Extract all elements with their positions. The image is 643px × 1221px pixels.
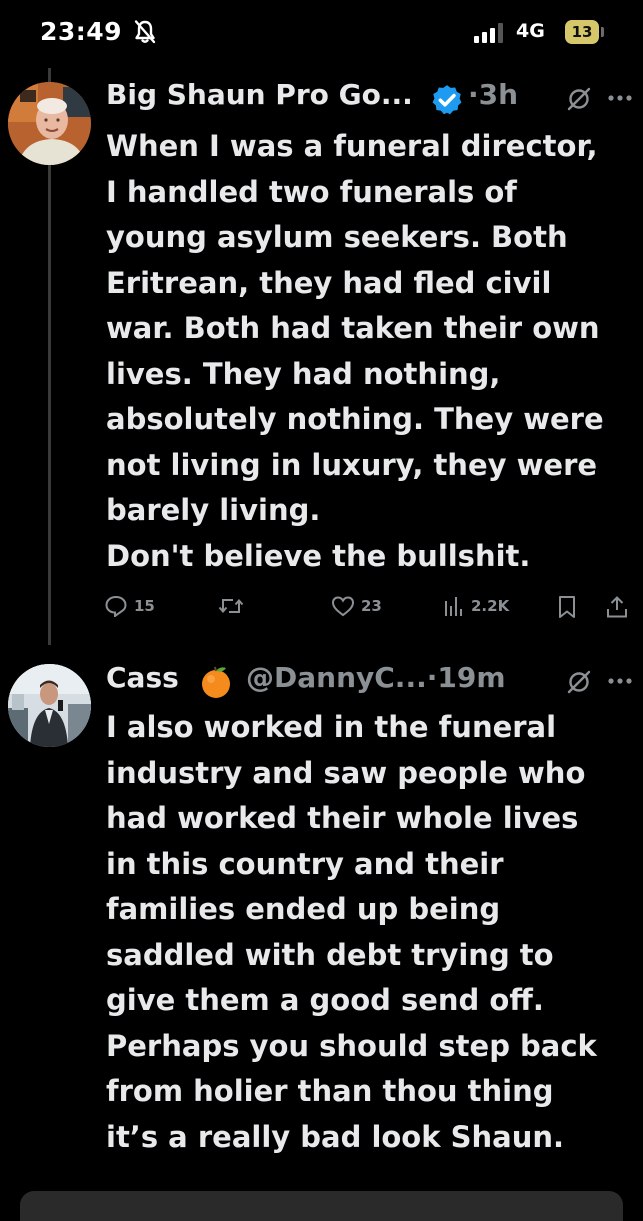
view-count: 2.2K xyxy=(471,597,510,615)
thread-line xyxy=(48,165,51,645)
tweet-line: war. Both had taken their own xyxy=(106,311,600,345)
tweet-line: Perhaps you should step back xyxy=(106,1028,597,1063)
bookmark-button[interactable] xyxy=(557,595,577,619)
bookmark-icon xyxy=(559,596,575,618)
reply-button[interactable]: 15 xyxy=(104,595,155,617)
battery-tip xyxy=(601,27,604,37)
avatar-photo xyxy=(8,82,91,165)
tweet-line: give them a good send off. xyxy=(106,983,544,1017)
tweet-text: I also worked in the funeral industry an… xyxy=(106,705,636,1160)
network-type: 4G xyxy=(516,20,545,42)
heart-icon xyxy=(331,596,355,617)
author-name[interactable]: Big Shaun Pro Go... xyxy=(106,78,413,111)
share-icon xyxy=(607,596,627,618)
bell-muted-icon xyxy=(134,20,156,44)
status-time: 23:49 xyxy=(40,17,123,46)
tweet-line: industry and saw people who xyxy=(106,755,586,790)
like-button[interactable]: 23 xyxy=(331,595,382,617)
tweet-line: had worked their whole lives xyxy=(106,801,579,835)
like-count: 23 xyxy=(361,597,382,615)
tweet-line: lives. They had nothing, xyxy=(106,356,501,391)
signal-icon xyxy=(474,23,506,43)
tweet-line: from holier than thou thing xyxy=(106,1074,554,1108)
tweet-line: saddled with debt trying to xyxy=(106,937,554,972)
tweet-line: Eritrean, they had fled civil xyxy=(106,265,552,300)
avatar[interactable] xyxy=(8,664,91,747)
thread-line-top xyxy=(48,68,51,82)
share-button[interactable] xyxy=(606,595,628,619)
reply-count: 15 xyxy=(134,597,155,615)
more-options-icon[interactable] xyxy=(607,677,633,685)
tweet-line: it’s a really bad look Shaun. xyxy=(106,1119,565,1154)
tweet-actions: 15 23 2.2K xyxy=(0,590,643,624)
battery-level: 13 xyxy=(565,20,599,44)
views-button[interactable]: 2.2K xyxy=(443,595,509,617)
tweet-time: ·3h xyxy=(468,78,519,111)
author-name[interactable]: Cass xyxy=(106,661,179,694)
tweet-header: Cass xyxy=(106,661,179,694)
tweet-line: I handled two funerals of xyxy=(106,174,517,209)
views-icon xyxy=(445,597,462,616)
grok-icon[interactable] xyxy=(566,669,592,695)
tweet-line: families ended up being xyxy=(106,892,501,926)
tweet-line: young asylum seekers. Both xyxy=(106,220,568,254)
tweet-line: Don't believe the bullshit. xyxy=(106,538,531,573)
avatar-photo xyxy=(8,664,91,747)
status-bar: 23:49 4G 13 xyxy=(0,0,643,66)
tweet-line: I also worked in the funeral xyxy=(106,710,557,744)
author-handle[interactable]: @DannyC... xyxy=(246,661,427,694)
tweet-time: ·19m xyxy=(426,661,506,694)
tweet-handle-time: @DannyC...·19m xyxy=(246,661,506,694)
bottom-sheet-edge xyxy=(20,1191,623,1221)
more-options-icon[interactable] xyxy=(607,94,633,102)
avatar[interactable] xyxy=(8,82,91,165)
grok-icon[interactable] xyxy=(566,86,592,112)
repost-icon xyxy=(218,598,244,614)
tweet-line: When I was a funeral director, xyxy=(106,129,598,163)
tweet-header: Big Shaun Pro Go... xyxy=(106,78,413,111)
orange-emoji-icon xyxy=(202,666,230,698)
tweet-line: not living in luxury, they were xyxy=(106,447,598,482)
reply-icon xyxy=(105,595,127,617)
tweet-line: barely living. xyxy=(106,493,321,527)
verified-badge-icon[interactable] xyxy=(430,83,464,117)
tweet-line: absolutely nothing. They were xyxy=(106,402,604,436)
repost-button[interactable] xyxy=(218,595,244,617)
tweet-text: When I was a funeral director, I handled… xyxy=(106,124,636,579)
tweet-line: in this country and their xyxy=(106,846,504,881)
